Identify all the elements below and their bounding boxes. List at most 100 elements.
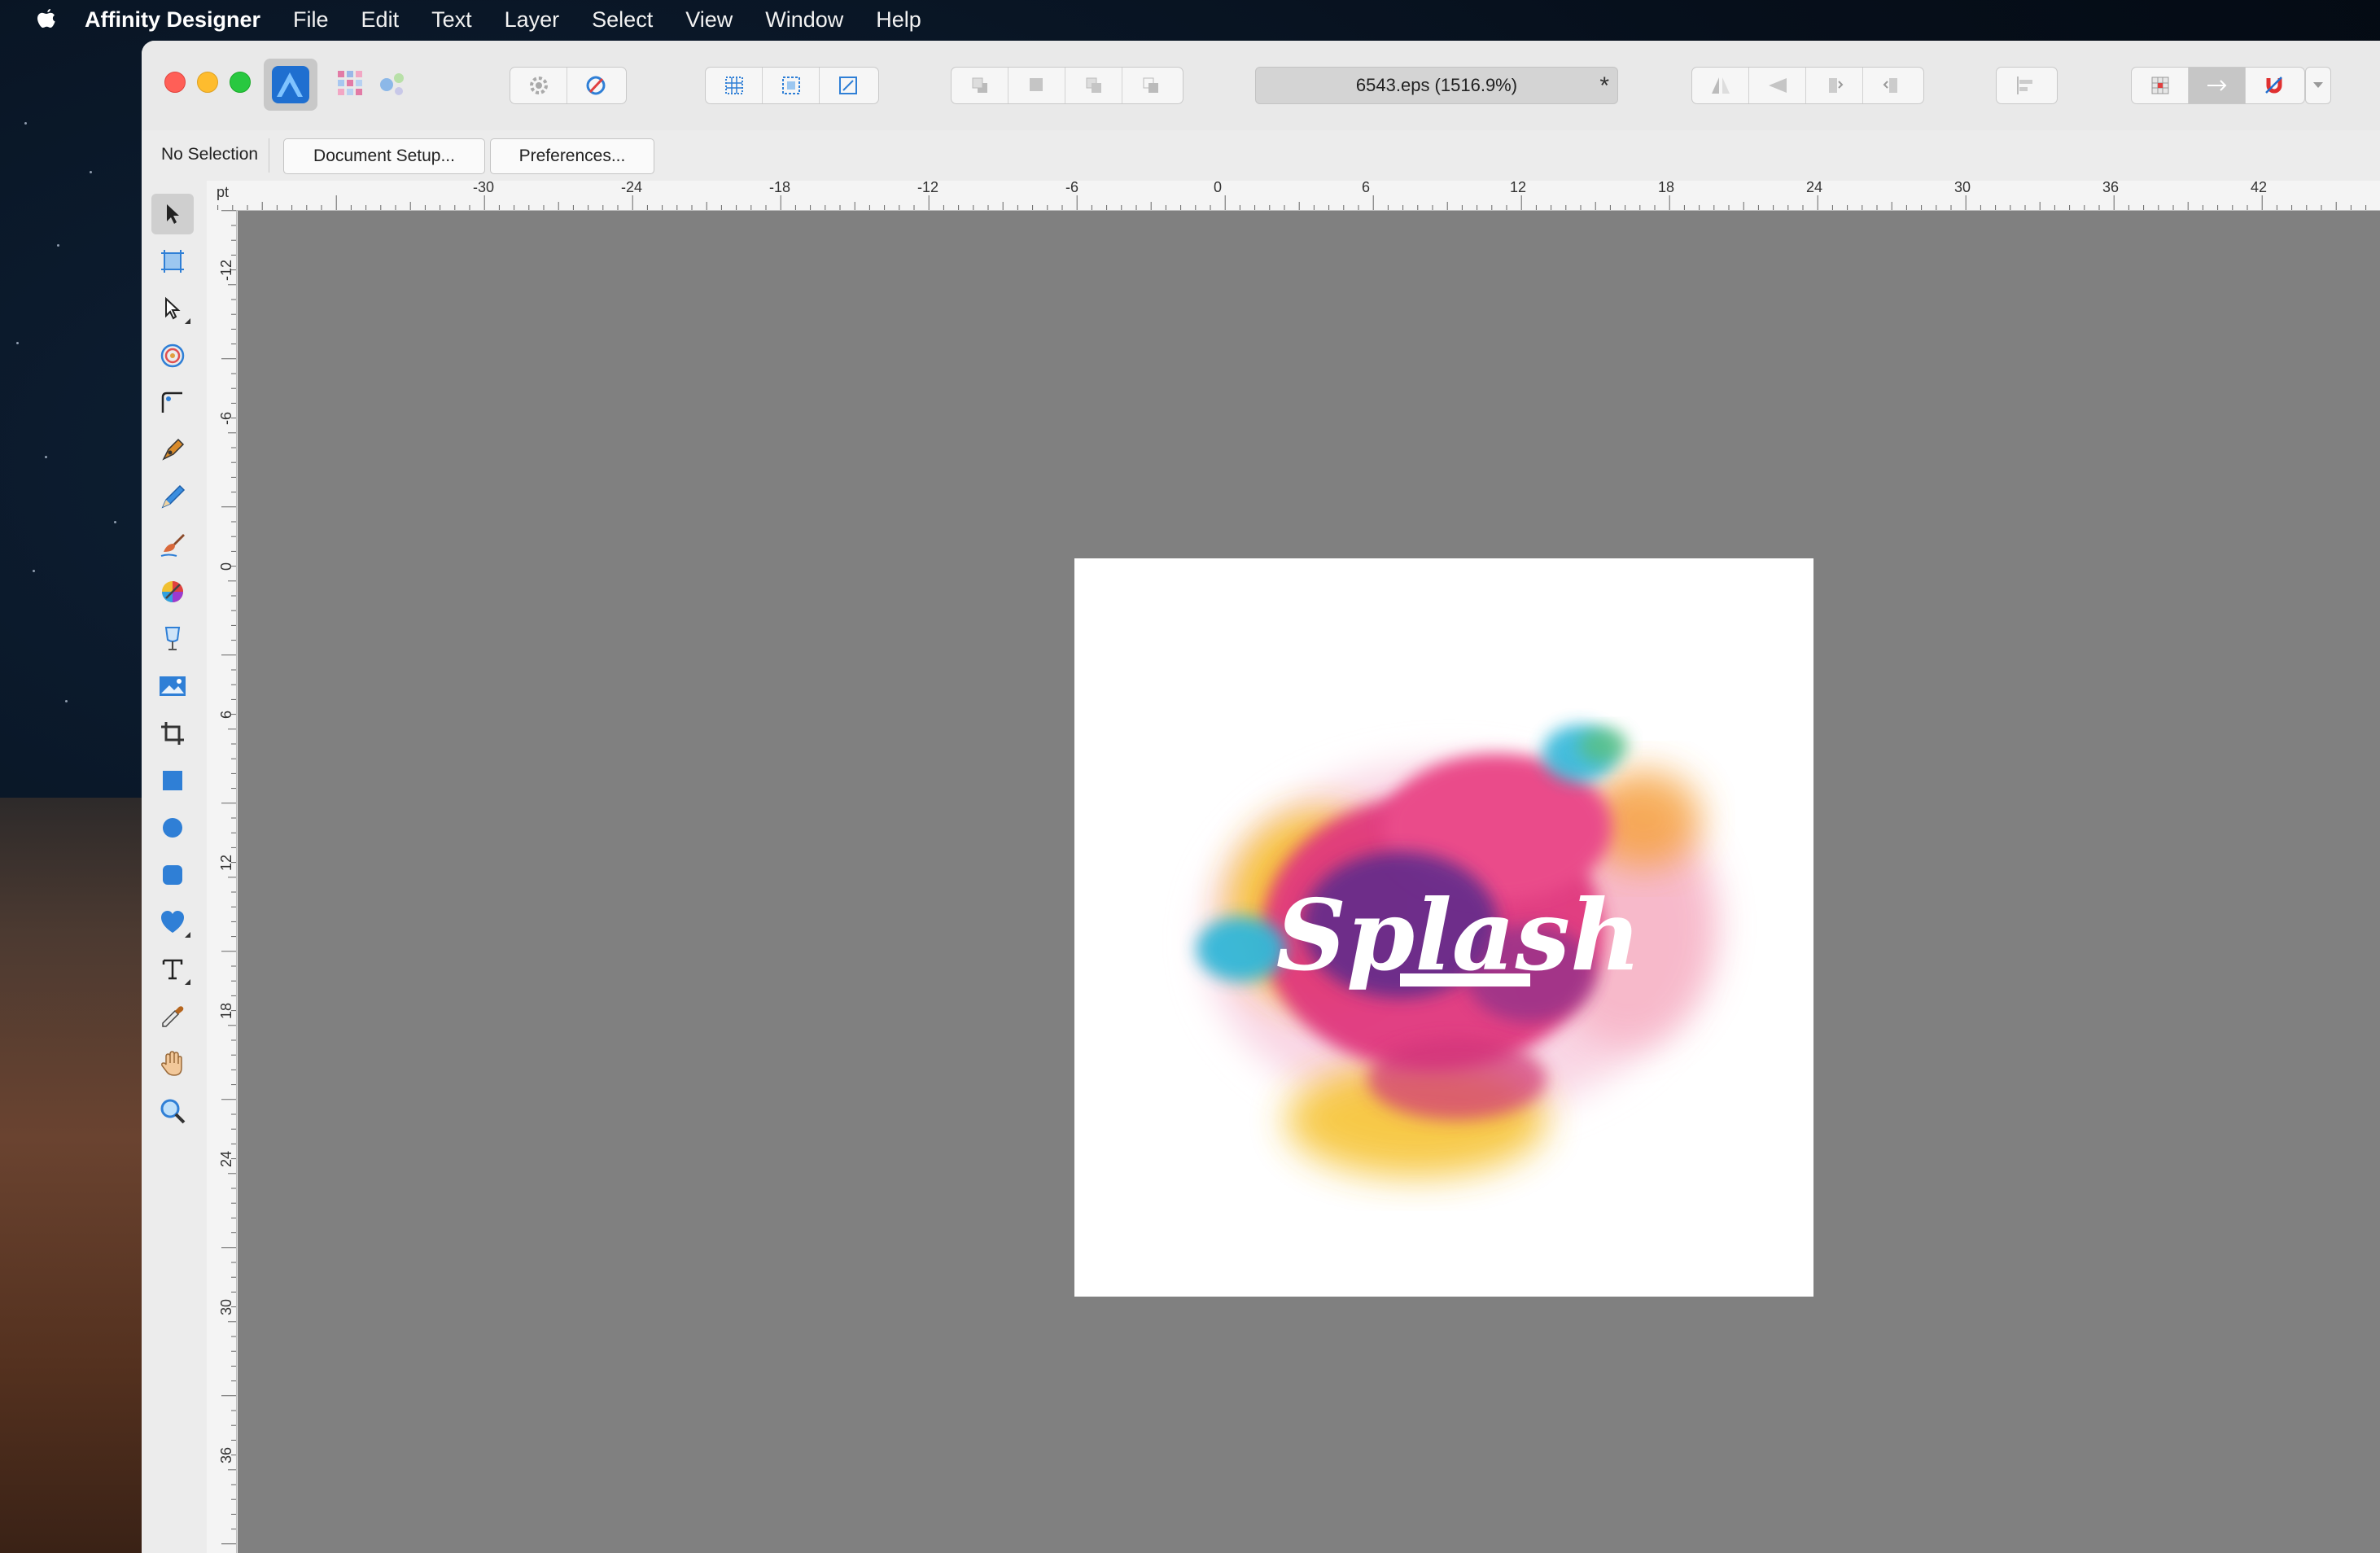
- chevron-down-icon: [2313, 82, 2323, 88]
- text-t-icon: [162, 959, 183, 980]
- pointer-arrow-icon: [167, 204, 179, 224]
- artboard[interactable]: Splash: [1074, 558, 1813, 1297]
- move-to-front-icon: [1143, 77, 1158, 93]
- snapping-grid-icon: [2151, 77, 2168, 94]
- corner-tool[interactable]: [151, 383, 194, 423]
- flip-horizontal-button[interactable]: [1692, 68, 1749, 103]
- assistant-button[interactable]: [567, 68, 624, 103]
- ruler-label: 12: [218, 855, 234, 871]
- align-button[interactable]: [1997, 68, 2054, 103]
- horizontal-ruler[interactable]: -30-24-18-12-60612182430364248: [207, 179, 2380, 211]
- snap-to-grid-button[interactable]: [763, 68, 820, 103]
- submenu-indicator: [185, 318, 190, 324]
- document-title-bar[interactable]: 6543.eps (1516.9%) *: [1255, 67, 1618, 104]
- pixel-persona-icon: [338, 71, 362, 95]
- menu-layer[interactable]: Layer: [505, 7, 560, 33]
- flip-rotate-group: [1691, 67, 1924, 104]
- ellipse-tool[interactable]: [151, 807, 194, 848]
- main-toolbar: 6543.eps (1516.9%) *: [142, 41, 2380, 130]
- vector-brush-tool[interactable]: [151, 524, 194, 565]
- vertical-ruler[interactable]: -12 -6 0 6 12 18 24 30 36: [207, 210, 237, 1553]
- move-back-icon: [1029, 78, 1043, 91]
- ruler-label: -12: [218, 260, 234, 281]
- menu-app-name[interactable]: Affinity Designer: [85, 7, 260, 33]
- menu-select[interactable]: Select: [592, 7, 653, 33]
- transparency-glass-icon: [164, 627, 181, 650]
- transform-origin-button[interactable]: [820, 68, 877, 103]
- paint-brush-icon: [160, 534, 185, 557]
- snapping-manager-button[interactable]: [2132, 68, 2189, 103]
- force-pixel-alignment-button[interactable]: [2189, 68, 2246, 103]
- show-grid-button[interactable]: [706, 68, 763, 103]
- artboard-tool[interactable]: [151, 241, 194, 282]
- pen-tool[interactable]: [151, 430, 194, 470]
- transparency-tool[interactable]: [151, 619, 194, 659]
- move-tool[interactable]: [151, 194, 194, 234]
- ellipse-icon: [163, 818, 182, 838]
- snapping-options-dropdown[interactable]: [2305, 67, 2331, 104]
- rotate-left-button[interactable]: [1806, 68, 1863, 103]
- canvas-area[interactable]: Splash: [238, 211, 2380, 1553]
- rectangle-tool[interactable]: [151, 760, 194, 801]
- menu-file[interactable]: File: [293, 7, 329, 33]
- view-tool[interactable]: [151, 1043, 194, 1084]
- export-persona-icon: [380, 73, 404, 95]
- contour-tool[interactable]: [151, 335, 194, 376]
- pixel-persona-button[interactable]: [333, 65, 367, 101]
- menu-window[interactable]: Window: [765, 7, 843, 33]
- splash-underline: [1400, 973, 1530, 986]
- arrow-right-icon: [2207, 80, 2226, 91]
- preferences-button[interactable]: Preferences...: [490, 138, 654, 174]
- star: [45, 456, 47, 458]
- fill-tool[interactable]: [151, 571, 194, 612]
- splash-artwork[interactable]: Splash: [1074, 558, 1813, 1297]
- ruler-label: 0: [1214, 181, 1222, 195]
- flip-vertical-icon: [1768, 78, 1787, 93]
- snapping-toggle-button[interactable]: [2246, 68, 2303, 103]
- rounded-rectangle-tool[interactable]: [151, 855, 194, 895]
- heart-icon: [161, 911, 184, 933]
- designer-persona-button[interactable]: [264, 59, 317, 111]
- menu-edit[interactable]: Edit: [361, 7, 400, 33]
- apple-icon[interactable]: [36, 7, 57, 32]
- star: [33, 570, 35, 572]
- minimize-window-button[interactable]: [197, 72, 218, 93]
- ruler-label: -18: [769, 181, 790, 195]
- color-picker-tool[interactable]: [151, 996, 194, 1037]
- shape-tool[interactable]: [151, 902, 194, 943]
- place-image-tool[interactable]: [151, 666, 194, 707]
- ruler-label: 36: [218, 1447, 234, 1463]
- assistant-group: [510, 67, 627, 104]
- node-tool[interactable]: [151, 288, 194, 329]
- move-back-one-button[interactable]: [1008, 68, 1065, 103]
- crop-tool[interactable]: [151, 713, 194, 754]
- grid-snapping-group: [705, 67, 879, 104]
- pencil-tool[interactable]: [151, 477, 194, 518]
- star: [114, 521, 116, 523]
- context-toolbar: No Selection Document Setup... Preferenc…: [142, 130, 2380, 182]
- rotate-right-button[interactable]: [1863, 68, 1920, 103]
- export-persona-button[interactable]: [375, 65, 409, 101]
- document-setup-button[interactable]: Document Setup...: [283, 138, 485, 174]
- move-to-front-button[interactable]: [1122, 68, 1179, 103]
- arrange-group: [951, 67, 1183, 104]
- settings-button[interactable]: [510, 68, 567, 103]
- ruler-label: 18: [218, 1003, 234, 1019]
- pencil-icon: [161, 484, 186, 509]
- text-tool[interactable]: [151, 949, 194, 990]
- star: [24, 122, 27, 125]
- ruler-label: 18: [1658, 181, 1674, 195]
- close-window-button[interactable]: [164, 72, 186, 93]
- menu-text[interactable]: Text: [431, 7, 472, 33]
- zoom-window-button[interactable]: [230, 72, 251, 93]
- menu-help[interactable]: Help: [876, 7, 921, 33]
- designer-persona-icon: [272, 66, 309, 103]
- menu-view[interactable]: View: [685, 7, 733, 33]
- move-forward-one-button[interactable]: [1065, 68, 1122, 103]
- zoom-tool[interactable]: [151, 1091, 194, 1131]
- ruler-label: 30: [1954, 181, 1971, 195]
- move-to-back-button[interactable]: [952, 68, 1008, 103]
- flip-vertical-button[interactable]: [1749, 68, 1806, 103]
- ruler-label: 6: [1362, 181, 1370, 195]
- ruler-label: 42: [2251, 181, 2267, 195]
